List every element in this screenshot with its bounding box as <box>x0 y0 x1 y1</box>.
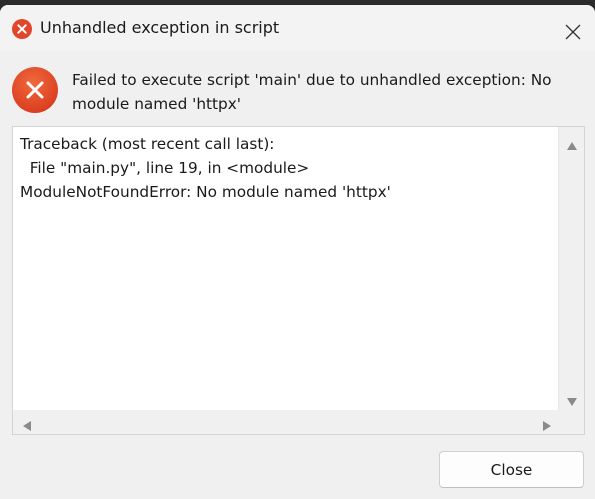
error-message: Failed to execute script 'main' due to u… <box>72 71 552 113</box>
scrollbar-corner <box>558 410 584 434</box>
dialog-window: Unhandled exception in script Failed to … <box>0 5 595 499</box>
scroll-down-icon[interactable] <box>566 392 578 411</box>
traceback-line: ModuleNotFoundError: No module named 'ht… <box>20 183 391 201</box>
traceback-text-area[interactable]: Traceback (most recent call last): File … <box>12 126 585 435</box>
vertical-scrollbar[interactable] <box>558 127 584 410</box>
error-icon <box>12 19 32 39</box>
traceback-line: Traceback (most recent call last): <box>20 135 275 153</box>
scroll-right-icon[interactable] <box>542 417 552 436</box>
close-button[interactable]: Close <box>439 451 584 488</box>
window-title: Unhandled exception in script <box>40 18 280 37</box>
scroll-up-icon[interactable] <box>566 136 578 155</box>
traceback-line: File "main.py", line 19, in <module> <box>20 159 310 177</box>
scroll-left-icon[interactable] <box>22 417 32 436</box>
window-close-button[interactable] <box>556 17 588 45</box>
close-icon <box>565 24 581 40</box>
title-bar[interactable]: Unhandled exception in script <box>0 5 595 51</box>
error-icon <box>12 67 58 113</box>
traceback-text[interactable]: Traceback (most recent call last): File … <box>20 132 550 204</box>
horizontal-scrollbar[interactable] <box>13 410 558 434</box>
